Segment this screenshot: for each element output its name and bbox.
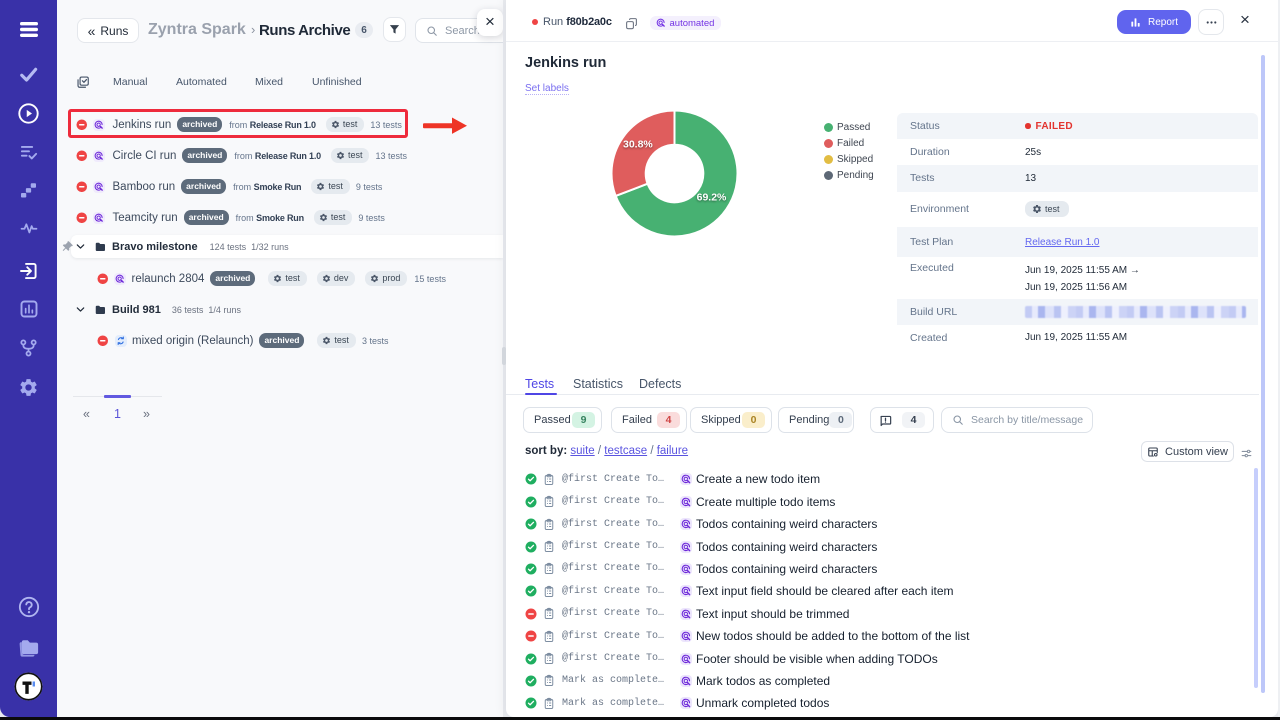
- svg-text:69.2%: 69.2%: [697, 192, 727, 204]
- svg-text:30.8%: 30.8%: [623, 139, 653, 151]
